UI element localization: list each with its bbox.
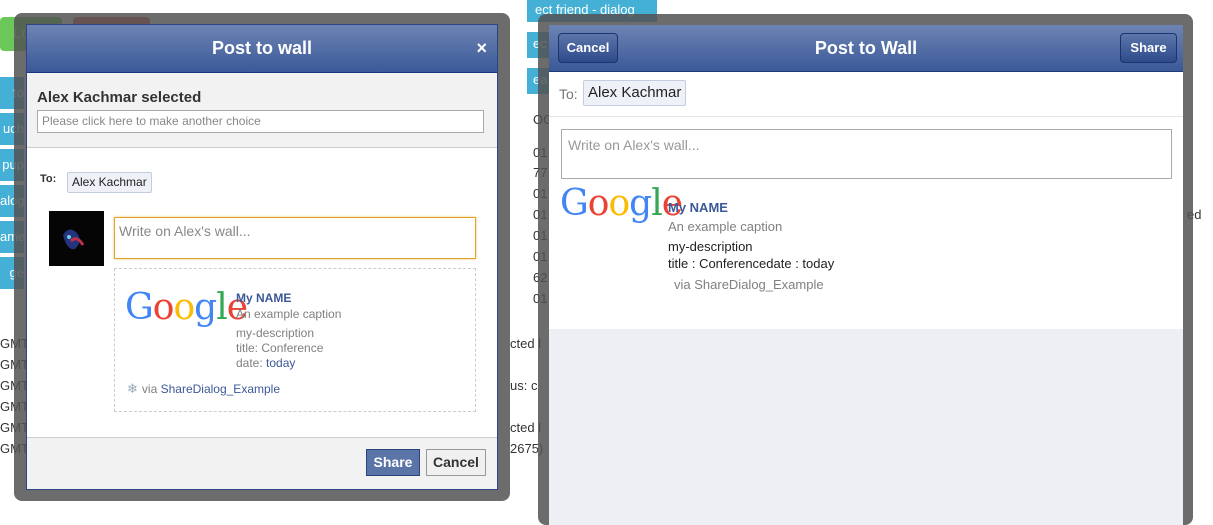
mobile-google-logo: Google — [560, 183, 683, 224]
dialog-header: Post to wall × — [27, 25, 497, 73]
mobile-dialog-title: Post to Wall — [814, 38, 918, 58]
mobile-dialog-header: Cancel Post to Wall Share — [549, 25, 1183, 72]
mobile-message-input[interactable]: Write on Alex's wall... — [561, 129, 1172, 179]
mobile-via-attribution: via ShareDialog_Example — [674, 277, 824, 292]
mobile-cancel-button[interactable]: Cancel — [558, 33, 618, 63]
mobile-attachment-description: my-description — [668, 239, 753, 254]
message-input[interactable]: Write on Alex's wall... — [114, 217, 476, 259]
date-property-label: date: — [236, 356, 263, 370]
change-choice-field[interactable]: Please click here to make another choice — [37, 110, 484, 133]
via-label: via — [141, 382, 158, 396]
mobile-attachment-caption: An example caption — [668, 219, 783, 234]
dialog-footer: Share Cancel — [27, 437, 497, 489]
google-logo: Google — [125, 287, 248, 328]
snowflake-icon: ❄ — [127, 381, 138, 396]
selected-friend-title: Alex Kachmar selected — [37, 89, 202, 106]
close-icon[interactable]: × — [476, 25, 487, 71]
title-property-label: title: — [236, 341, 259, 355]
mobile-post-to-wall-dialog: Cancel Post to Wall Share To: Alex Kachm… — [549, 25, 1183, 525]
mobile-attachment-name[interactable]: My NAME — [668, 200, 728, 215]
post-to-wall-dialog: Post to wall × Alex Kachmar selected Ple… — [26, 24, 498, 490]
background-log-fragment: cted l — [510, 420, 542, 435]
mobile-attachment-properties: title : Conferencedate : today — [668, 256, 835, 271]
cancel-button[interactable]: Cancel — [426, 449, 486, 476]
background-log-fragment: us: c — [510, 378, 538, 393]
recipient-token[interactable]: Alex Kachmar — [67, 172, 152, 193]
attachment-title-property: title: Conference — [236, 341, 323, 355]
to-label: To: — [40, 173, 57, 185]
via-attribution: ❄ via ShareDialog_Example — [127, 381, 280, 397]
app-name-link[interactable]: ShareDialog_Example — [161, 382, 280, 396]
friend-selection: Alex Kachmar selected Please click here … — [27, 73, 497, 148]
date-property-value: today — [266, 356, 296, 370]
attachment-date-property: date: today — [236, 356, 295, 370]
mobile-recipient-token[interactable]: Alex Kachmar — [583, 80, 687, 106]
mobile-to-row: To: Alex Kachmar — [549, 72, 1183, 117]
dialog-title: Post to wall — [211, 38, 312, 58]
mobile-share-button[interactable]: Share — [1120, 33, 1177, 63]
share-button[interactable]: Share — [366, 449, 420, 476]
title-property-value: Conference — [261, 341, 324, 355]
attachment-name[interactable]: My NAME — [236, 291, 291, 305]
attachment-preview: Google My NAME An example caption my-des… — [114, 268, 476, 412]
mobile-to-label: To: — [559, 86, 578, 102]
attachment-caption: An example caption — [236, 307, 342, 321]
attachment-description: my-description — [236, 326, 315, 340]
background-log-fragment: cted l — [510, 336, 542, 351]
avatar — [49, 211, 104, 266]
